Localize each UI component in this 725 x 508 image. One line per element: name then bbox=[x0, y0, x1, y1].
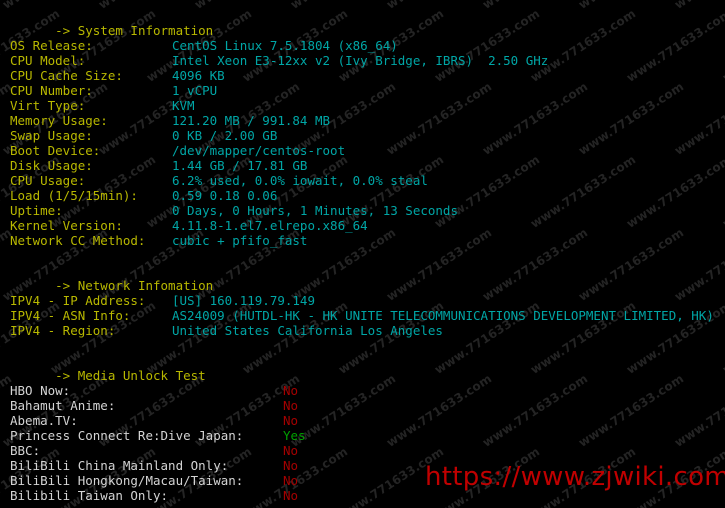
media-unlock-row: Princess Connect Re:Dive Japan: Yes bbox=[10, 428, 725, 443]
terminal-text-layer: -> System Information OS Release: CentOS … bbox=[0, 0, 725, 508]
row-value: 4.11.8-1.el7.elrepo.x86_64 bbox=[172, 218, 368, 233]
system-info-row: Disk Usage: 1.44 GB / 17.81 GB bbox=[10, 158, 725, 173]
row-label: IPV4 - ASN Info: bbox=[10, 308, 131, 323]
section-header-system-text: -> System Information bbox=[55, 23, 214, 38]
section-header-network-text: -> Network Infomation bbox=[55, 278, 214, 293]
row-value: 1.44 GB / 17.81 GB bbox=[172, 158, 308, 173]
system-info-row: Network CC Method: cubic + pfifo_fast bbox=[10, 233, 725, 248]
row-value: 121.20 MB / 991.84 MB bbox=[172, 113, 331, 128]
media-unlock-row: HBO Now: No bbox=[10, 383, 725, 398]
row-value: /dev/mapper/centos-root bbox=[172, 143, 346, 158]
row-value: No bbox=[283, 458, 299, 473]
row-value: AS24009 (HUTDL-HK - HK UNITE TELECOMMUNI… bbox=[172, 308, 714, 323]
media-unlock-row: BBC: No bbox=[10, 443, 725, 458]
network-information-rows: IPV4 - IP Address: [US] 160.119.79.149 IPV… bbox=[10, 293, 725, 338]
row-label: Abema.TV: bbox=[10, 413, 78, 428]
system-info-row: CPU Usage: 6.2% used, 0.0% iowait, 0.0% s… bbox=[10, 173, 725, 188]
system-info-row: Swap Usage: 0 KB / 2.00 GB bbox=[10, 128, 725, 143]
row-label: OS Release: bbox=[10, 38, 93, 53]
row-value: 4096 KB bbox=[172, 68, 225, 83]
row-label: Boot Device: bbox=[10, 143, 101, 158]
row-label: Virt Type: bbox=[10, 98, 86, 113]
row-value: 0 KB / 2.00 GB bbox=[172, 128, 278, 143]
row-label: CPU Usage: bbox=[10, 173, 86, 188]
section-header-media: -> Media Unlock Test bbox=[10, 353, 725, 383]
media-unlock-row: Bahamut Anime: No bbox=[10, 398, 725, 413]
row-label: Kernel Version: bbox=[10, 218, 123, 233]
row-label: Network CC Method: bbox=[10, 233, 146, 248]
system-info-row: Boot Device: /dev/mapper/centos-root bbox=[10, 143, 725, 158]
row-value: No bbox=[283, 473, 299, 488]
system-info-row: CPU Cache Size: 4096 KB bbox=[10, 68, 725, 83]
system-info-row: Kernel Version: 4.11.8-1.el7.elrepo.x86_6… bbox=[10, 218, 725, 233]
system-info-row: Uptime: 0 Days, 0 Hours, 1 Minutes, 13 Se… bbox=[10, 203, 725, 218]
network-info-row: IPV4 - IP Address: [US] 160.119.79.149 bbox=[10, 293, 725, 308]
row-value: cubic + pfifo_fast bbox=[172, 233, 308, 248]
row-value: Intel Xeon E3-12xx v2 (Ivy Bridge, IBRS)… bbox=[172, 53, 549, 68]
row-label: Bahamut Anime: bbox=[10, 398, 116, 413]
system-info-row: OS Release: CentOS Linux 7.5.1804 (x86_64… bbox=[10, 38, 725, 53]
row-label: CPU Model: bbox=[10, 53, 86, 68]
row-label: Bilibili Taiwan Only: bbox=[10, 488, 169, 503]
row-label: Disk Usage: bbox=[10, 158, 93, 173]
row-label: Uptime: bbox=[10, 203, 63, 218]
row-value: [US] 160.119.79.149 bbox=[172, 293, 315, 308]
row-value: 0 Days, 0 Hours, 1 Minutes, 13 Seconds bbox=[172, 203, 458, 218]
row-label: Swap Usage: bbox=[10, 128, 93, 143]
row-label: IPV4 - Region: bbox=[10, 323, 116, 338]
network-info-row: IPV4 - ASN Info: AS24009 (HUTDL-HK - HK U… bbox=[10, 308, 725, 323]
row-label: BBC: bbox=[10, 443, 41, 458]
system-info-row: Memory Usage: 121.20 MB / 991.84 MB bbox=[10, 113, 725, 128]
section-header-network: -> Network Infomation bbox=[10, 263, 725, 293]
system-info-row: CPU Number: 1 vCPU bbox=[10, 83, 725, 98]
row-value: No bbox=[283, 443, 299, 458]
row-label: IPV4 - IP Address: bbox=[10, 293, 146, 308]
media-unlock-row: Abema.TV: No bbox=[10, 413, 725, 428]
row-value: CentOS Linux 7.5.1804 (x86_64) bbox=[172, 38, 398, 53]
row-value: No bbox=[283, 398, 299, 413]
row-value: Yes bbox=[283, 428, 306, 443]
row-value: No bbox=[283, 488, 299, 503]
row-label: BiliBili Hongkong/Macau/Taiwan: bbox=[10, 473, 244, 488]
row-value: 6.2% used, 0.0% iowait, 0.0% steal bbox=[172, 173, 428, 188]
system-info-row: CPU Model: Intel Xeon E3-12xx v2 (Ivy Bri… bbox=[10, 53, 725, 68]
row-value: 1 vCPU bbox=[172, 83, 218, 98]
row-value: No bbox=[283, 383, 299, 398]
row-label: CPU Number: bbox=[10, 83, 93, 98]
row-value: 0.59 0.18 0.06 bbox=[172, 188, 278, 203]
row-label: Princess Connect Re:Dive Japan: bbox=[10, 428, 244, 443]
row-value: No bbox=[283, 413, 299, 428]
section-header-system: -> System Information bbox=[10, 8, 725, 38]
terminal-window: www.771633.com www.771633.com www.771633.c… bbox=[0, 0, 725, 508]
row-label: CPU Cache Size: bbox=[10, 68, 123, 83]
row-label: Memory Usage: bbox=[10, 113, 108, 128]
section-header-media-text: -> Media Unlock Test bbox=[55, 368, 206, 383]
row-label: HBO Now: bbox=[10, 383, 71, 398]
row-label: Load (1/5/15min): bbox=[10, 188, 138, 203]
network-info-row: IPV4 - Region: United States California L… bbox=[10, 323, 725, 338]
row-value: United States California Los Angeles bbox=[172, 323, 443, 338]
row-label: BiliBili China Mainland Only: bbox=[10, 458, 229, 473]
system-information-rows: OS Release: CentOS Linux 7.5.1804 (x86_64… bbox=[10, 38, 725, 248]
system-info-row: Load (1/5/15min): 0.59 0.18 0.06 bbox=[10, 188, 725, 203]
site-url-overlay: https://www.zjwiki.com bbox=[425, 462, 725, 492]
row-value: KVM bbox=[172, 98, 195, 113]
system-info-row: Virt Type: KVM bbox=[10, 98, 725, 113]
